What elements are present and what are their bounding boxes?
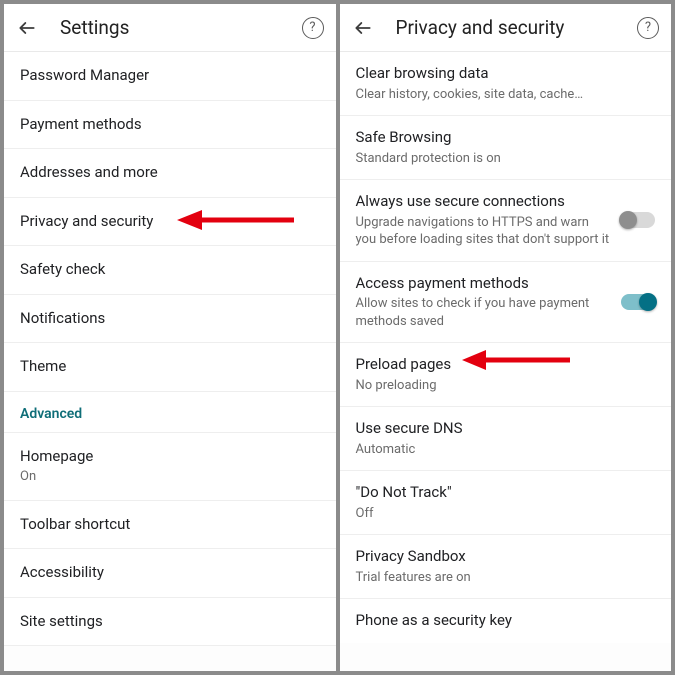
toggle-secure-connections[interactable] [621, 212, 655, 228]
row-sub: Off [356, 505, 656, 523]
privacy-header: Privacy and security ? [340, 4, 672, 52]
row-label: "Do Not Track" [356, 483, 656, 503]
row-secure-dns[interactable]: Use secure DNS Automatic [340, 407, 672, 471]
row-do-not-track[interactable]: "Do Not Track" Off [340, 471, 672, 535]
row-label: Toolbar shortcut [20, 515, 320, 535]
section-advanced: Advanced [4, 392, 336, 433]
row-label: Privacy and security [20, 212, 320, 232]
row-safe-browsing[interactable]: Safe Browsing Standard protection is on [340, 116, 672, 180]
settings-panel: Settings ? Password Manager Payment meth… [4, 4, 336, 671]
row-sub: Trial features are on [356, 569, 656, 587]
toggle-access-payment-methods[interactable] [621, 294, 655, 310]
row-privacy-security[interactable]: Privacy and security [4, 198, 336, 247]
row-site-settings[interactable]: Site settings [4, 598, 336, 647]
row-safety-check[interactable]: Safety check [4, 246, 336, 295]
row-label: Always use secure connections [356, 192, 612, 212]
help-icon[interactable]: ? [637, 17, 659, 39]
row-label: Clear browsing data [356, 64, 656, 84]
row-accessibility[interactable]: Accessibility [4, 549, 336, 598]
row-label: Safety check [20, 260, 320, 280]
row-privacy-sandbox[interactable]: Privacy Sandbox Trial features are on [340, 535, 672, 599]
row-label: Phone as a security key [356, 611, 656, 631]
row-addresses[interactable]: Addresses and more [4, 149, 336, 198]
back-icon[interactable] [14, 15, 40, 41]
row-label: Safe Browsing [356, 128, 656, 148]
row-label: Addresses and more [20, 163, 320, 183]
settings-header: Settings ? [4, 4, 336, 52]
row-sub: Standard protection is on [356, 150, 656, 168]
row-notifications[interactable]: Notifications [4, 295, 336, 344]
row-label: Password Manager [20, 66, 320, 86]
row-phone-security-key[interactable]: Phone as a security key [340, 599, 672, 643]
row-sub: Automatic [356, 441, 656, 459]
privacy-panel: Privacy and security ? Clear browsing da… [340, 4, 672, 671]
row-clear-browsing-data[interactable]: Clear browsing data Clear history, cooki… [340, 52, 672, 116]
row-access-payment-methods[interactable]: Access payment methods Allow sites to ch… [340, 262, 672, 344]
row-sub: Clear history, cookies, site data, cache… [356, 86, 656, 104]
privacy-list: Clear browsing data Clear history, cooki… [340, 52, 672, 671]
row-label: Notifications [20, 309, 320, 329]
row-label: Site settings [20, 612, 320, 632]
row-label: Access payment methods [356, 274, 612, 294]
row-preload-pages[interactable]: Preload pages No preloading [340, 343, 672, 407]
row-theme[interactable]: Theme [4, 343, 336, 392]
row-label: Use secure DNS [356, 419, 656, 439]
row-label: Accessibility [20, 563, 320, 583]
row-label: Privacy Sandbox [356, 547, 656, 567]
help-icon[interactable]: ? [302, 17, 324, 39]
row-toolbar-shortcut[interactable]: Toolbar shortcut [4, 501, 336, 550]
row-password-manager[interactable]: Password Manager [4, 52, 336, 101]
row-label: Preload pages [356, 355, 656, 375]
row-label: Payment methods [20, 115, 320, 135]
row-label: Homepage [20, 447, 320, 467]
row-sub: Upgrade navigations to HTTPS and warn yo… [356, 214, 612, 249]
page-title: Privacy and security [396, 16, 565, 39]
row-homepage[interactable]: Homepage On [4, 433, 336, 501]
row-sub: On [20, 468, 320, 486]
back-icon[interactable] [350, 15, 376, 41]
settings-list: Password Manager Payment methods Address… [4, 52, 336, 671]
row-secure-connections[interactable]: Always use secure connections Upgrade na… [340, 180, 672, 262]
row-label: Theme [20, 357, 320, 377]
row-sub: No preloading [356, 377, 656, 395]
page-title: Settings [60, 16, 129, 39]
row-payment-methods[interactable]: Payment methods [4, 101, 336, 150]
row-sub: Allow sites to check if you have payment… [356, 295, 612, 330]
